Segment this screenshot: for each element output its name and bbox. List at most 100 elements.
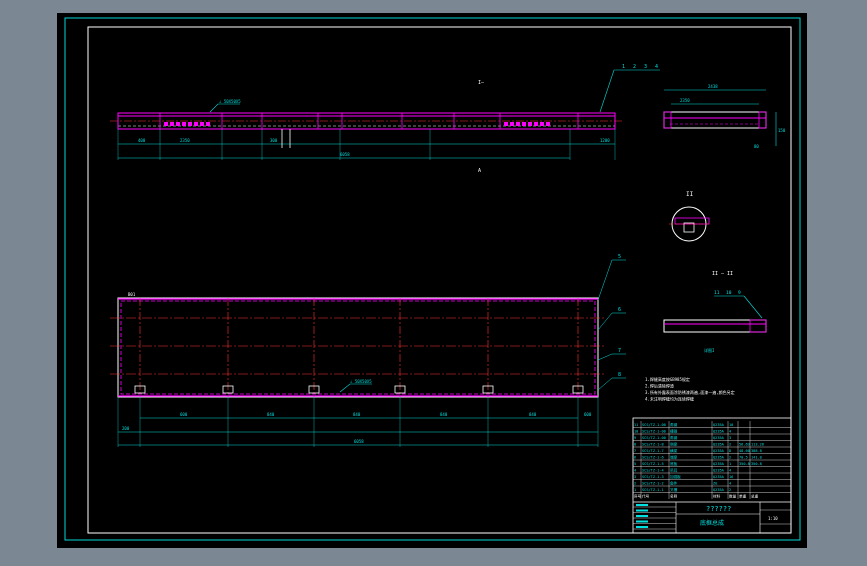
pocket-left-7: [206, 122, 210, 126]
bom-cell-7-3: Q235A: [713, 469, 725, 473]
callout-section-11: 11: [714, 290, 720, 296]
end-view-width-label: 2438: [708, 84, 718, 89]
view-label-a-upper: A: [478, 168, 481, 174]
bom-cell-8-1: SCS/TZ-1-3: [642, 475, 664, 479]
note-line-4: 4.未注明焊缝均为连续焊缝: [645, 396, 694, 402]
plan-dim-2: 840: [353, 412, 361, 417]
bom-cell-0-1: SCS/TZ-1-00: [642, 423, 666, 427]
bom-cell-5-4: 2: [729, 456, 731, 460]
bom-cell-4-4: 8: [729, 449, 731, 453]
cad-drawing-canvas[interactable]: 400 2350 30060581200 I— A 1234 ∠ 50X50X5 2…: [0, 0, 867, 562]
elevation-dim-0: 400: [138, 138, 146, 143]
callout-side-5: 5: [618, 254, 621, 260]
bom-cell-6-3: Q235A: [713, 462, 725, 466]
callout-top-3: 3: [644, 64, 647, 70]
bom-cell-7-0: 4: [634, 469, 636, 473]
drawing-sheet: [57, 13, 807, 548]
bom-cell-5-5: 70.5: [739, 456, 748, 460]
bom-cell-9-1: SCS/TZ-1-2: [642, 482, 664, 486]
bom-cell-1-0: 10: [634, 430, 638, 434]
plan-dim-0: 600: [180, 412, 188, 417]
callout-side-8: 8: [618, 372, 621, 378]
elevation-dim-4: 1200: [600, 138, 610, 143]
bom-cell-10-3: Q235A: [713, 488, 725, 492]
bom-cell-3-3: Q235A: [713, 443, 725, 447]
cad-viewport[interactable]: 400 2350 300 6058 1200 I— A 1234 ∠ 50X50X5 2…: [0, 0, 867, 562]
bom-cell-0-2: 角钢: [670, 422, 678, 427]
detail-note-label: 详图I: [704, 347, 715, 353]
bom-cell-5-6: 141.0: [751, 456, 762, 460]
bom-cell-2-0: 9: [634, 436, 636, 440]
bom-cell-6-6: 350.8: [751, 462, 762, 466]
elevation-dim-1: 2350: [180, 138, 190, 143]
bom-cell-3-1: SCS/TZ-1-8: [642, 443, 664, 447]
title-project: ??????: [706, 505, 731, 513]
pocket-right-7: [546, 122, 550, 126]
pocket-right-2: [516, 122, 520, 126]
bom-cell-7-2: 吊耳: [670, 468, 678, 473]
title-stub-mark-1: [636, 509, 648, 512]
pocket-right-1: [510, 122, 514, 126]
title-stub-mark-3: [636, 520, 648, 523]
bom-cell-6-5: 350.8: [739, 462, 750, 466]
bom-cell-6-1: SCS/TZ-1-5: [642, 462, 664, 466]
bom-header-2: 名称: [670, 494, 678, 499]
bom-cell-7-4: 4: [729, 469, 731, 473]
pocket-right-5: [534, 122, 538, 126]
bom-cell-10-4: 2: [729, 488, 731, 492]
callout-section-10: 10: [726, 290, 732, 296]
bom-cell-2-3: Q235A: [713, 436, 725, 440]
title-stub-mark-4: [636, 526, 648, 528]
pocket-right-0: [504, 122, 508, 126]
bom-header-6: 总重: [751, 494, 759, 499]
callout-side-6: 6: [618, 307, 621, 313]
title-stub-mark-2: [636, 515, 648, 517]
leader-angle-top-text: ∠ 50X50X5: [219, 99, 241, 104]
callout-side-7: 7: [618, 348, 621, 354]
callout-top-1: 1: [622, 64, 625, 70]
view-label-top: I—: [478, 80, 485, 86]
bom-cell-5-0: 6: [634, 456, 636, 460]
bom-cell-4-3: Q235A: [713, 449, 725, 453]
title-ratio: 1:10: [768, 516, 778, 521]
bom-cell-10-0: 1: [634, 488, 636, 492]
title-stub-mark-0: [636, 504, 648, 506]
bom-cell-8-4: 16: [729, 475, 733, 479]
bom-cell-2-4: 3: [729, 436, 731, 440]
callout-top-2: 2: [633, 64, 636, 70]
pocket-left-4: [188, 122, 192, 126]
detail-mark: II: [686, 191, 694, 198]
pocket-right-6: [540, 122, 544, 126]
bom-cell-3-0: 8: [634, 443, 636, 447]
bom-cell-0-4: 10: [729, 423, 733, 427]
plan-total-label: 6058: [354, 439, 364, 444]
bom-header-5: 单重: [739, 494, 747, 499]
pocket-left-5: [194, 122, 198, 126]
corner-mark: B01: [128, 292, 136, 297]
bom-cell-0-3: Q235A: [713, 423, 725, 427]
bom-cell-8-2: 加强板: [670, 474, 681, 479]
bom-cell-1-3: Q235A: [713, 430, 725, 434]
bom-cell-6-0: 5: [634, 462, 636, 466]
pocket-left-1: [170, 122, 174, 126]
bom-cell-6-4: 1: [729, 462, 731, 466]
plan-dim-5: 600: [584, 412, 592, 417]
bom-cell-9-3: ZG: [713, 482, 717, 486]
bom-cell-7-1: SCS/TZ-1-4: [642, 469, 664, 473]
note-line-3: 3.所有外露表面涂防锈漆两遍,面漆一遍,颜色另定: [645, 389, 735, 395]
bom-cell-1-4: 4: [729, 430, 731, 434]
title-drawing-name: 底框总成: [700, 519, 724, 527]
bom-header-0: 序号: [634, 494, 642, 499]
end-view-sub-label: 80: [754, 144, 759, 149]
bom-cell-4-0: 7: [634, 449, 636, 453]
bom-cell-8-3: Q235A: [713, 475, 725, 479]
bom-cell-2-1: SCS/TZ-1-00: [642, 436, 666, 440]
bom-cell-1-1: SCS/TZ-1-00: [642, 430, 666, 434]
end-view-height-label: 150: [778, 128, 786, 133]
bom-cell-5-2: 端梁: [670, 455, 678, 460]
pocket-left-0: [164, 122, 168, 126]
bom-cell-3-5: 56.63: [739, 443, 750, 447]
bom-cell-9-4: 4: [729, 482, 731, 486]
elevation-dim-3: 6058: [340, 152, 350, 157]
bom-cell-2-2: 角钢: [670, 435, 678, 440]
